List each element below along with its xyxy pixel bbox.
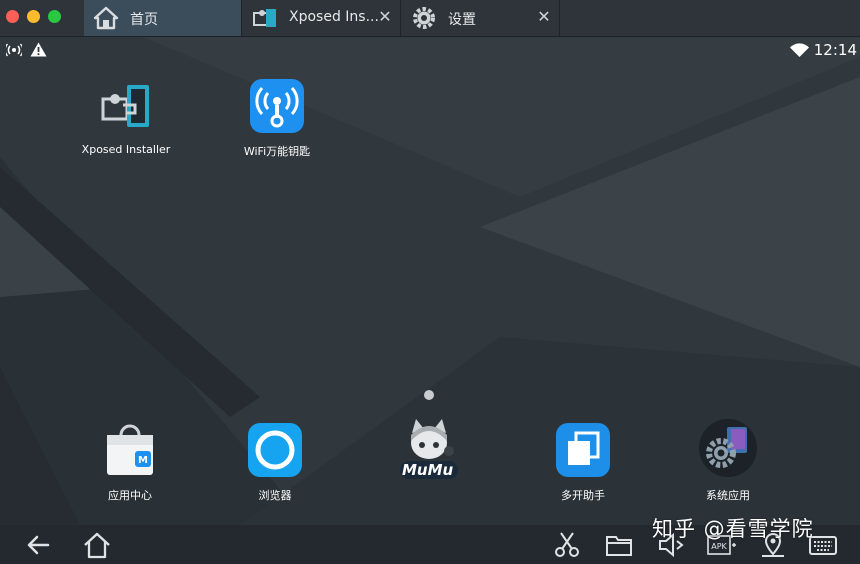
- system-apps-icon: [699, 419, 757, 477]
- status-time: 12:14: [813, 41, 857, 59]
- tab-xposed-installer[interactable]: Xposed Ins... ✕: [243, 0, 401, 36]
- app-browser[interactable]: 浏览器: [220, 421, 330, 503]
- window-close-button[interactable]: [6, 10, 19, 23]
- tab-settings[interactable]: 设置 ✕: [402, 0, 560, 36]
- app-multi-open[interactable]: 多开助手: [528, 421, 638, 503]
- folder-icon[interactable]: [604, 531, 634, 559]
- watermark-text: 知乎 @看雪学院: [652, 517, 814, 541]
- page-indicator-dot: [424, 390, 434, 400]
- tab-label: 首页: [130, 12, 158, 28]
- close-tab-icon[interactable]: ✕: [537, 8, 551, 26]
- home-nav-icon[interactable]: [82, 531, 112, 559]
- xposed-puzzle-icon: [253, 9, 276, 27]
- home-icon: [93, 6, 119, 30]
- close-tab-icon[interactable]: ✕: [378, 8, 392, 26]
- warning-icon: [30, 42, 47, 57]
- window-minimize-button[interactable]: [27, 10, 40, 23]
- app-mumu-mascot[interactable]: MuMu: [374, 415, 484, 487]
- android-home-screen: 12:14 Xposed Installer WiFi万能钥匙 M 应用中心 浏…: [0, 37, 860, 525]
- app-system-apps[interactable]: 系统应用: [673, 417, 783, 503]
- xposed-installer-icon: [101, 85, 149, 127]
- app-label: WiFi万能钥匙: [243, 145, 311, 158]
- app-label: 系统应用: [706, 489, 750, 502]
- window-titlebar: 首页 Xposed Ins... ✕ 设置 ✕: [0, 0, 860, 37]
- app-app-center[interactable]: M 应用中心: [75, 421, 185, 503]
- apk-label: APK: [711, 542, 727, 551]
- window-maximize-button[interactable]: [48, 10, 61, 23]
- status-bar: 12:14: [0, 37, 860, 63]
- scissors-icon[interactable]: [552, 531, 582, 559]
- multi-open-icon: [556, 423, 610, 477]
- app-label: 应用中心: [108, 489, 152, 502]
- browser-icon: [248, 423, 302, 477]
- gear-icon: [413, 7, 435, 29]
- wifi-key-icon: [250, 79, 304, 133]
- back-icon[interactable]: [24, 531, 54, 559]
- app-wifi-key[interactable]: WiFi万能钥匙: [222, 77, 332, 159]
- app-xposed-installer[interactable]: Xposed Installer: [71, 77, 181, 156]
- mumu-logo-text: MuMu: [402, 461, 454, 479]
- wifi-icon: [790, 43, 809, 57]
- svg-text:M: M: [138, 455, 148, 466]
- tab-label: Xposed Ins...: [289, 9, 379, 25]
- app-label: Xposed Installer: [81, 143, 171, 156]
- tab-label: 设置: [448, 12, 476, 28]
- hotspot-icon: [6, 43, 22, 57]
- tab-home[interactable]: 首页: [84, 0, 242, 36]
- app-label: 多开助手: [561, 489, 605, 502]
- app-center-icon: M: [107, 424, 153, 475]
- app-label: 浏览器: [258, 489, 292, 502]
